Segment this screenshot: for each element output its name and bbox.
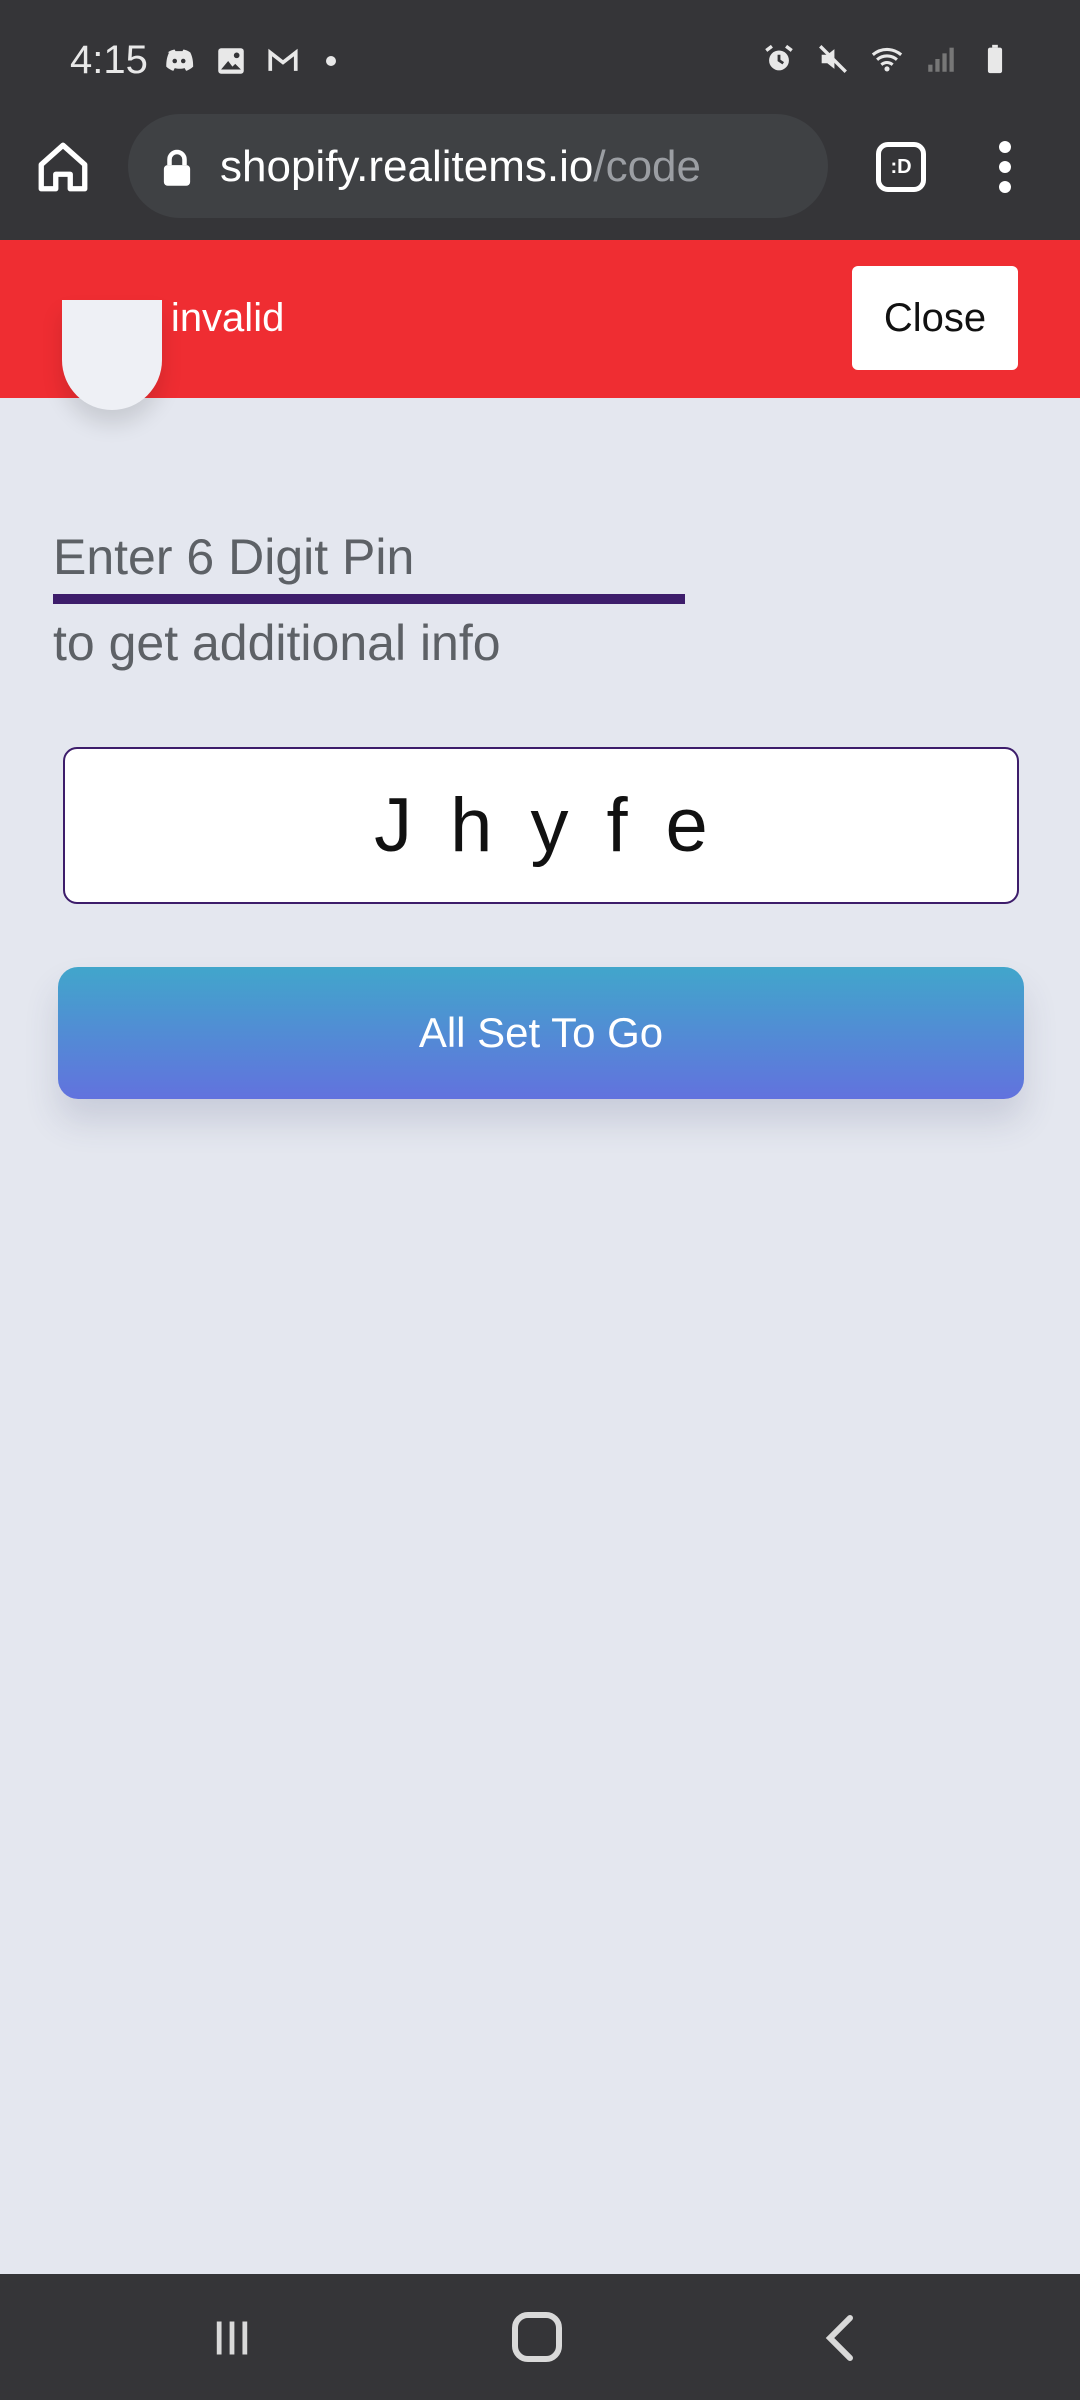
- browser-toolbar: shopify.realitems.io/code :D: [0, 110, 1080, 240]
- error-banner: Pin is invalid Close: [0, 240, 1080, 398]
- url-text: shopify.realitems.io/code: [220, 142, 701, 192]
- system-nav-bar: [0, 2274, 1080, 2400]
- back-icon[interactable]: [820, 2314, 860, 2362]
- page-title: Enter 6 Digit Pin: [53, 529, 415, 585]
- home-icon[interactable]: [34, 138, 92, 196]
- page-subtitle: to get additional info: [53, 615, 501, 671]
- status-bar: 4:15: [0, 0, 1080, 120]
- discord-icon: [166, 49, 194, 71]
- lock-icon: [163, 149, 191, 186]
- title-underline: [53, 594, 685, 604]
- url-host: shopify.realitems.io: [220, 142, 594, 191]
- close-button[interactable]: Close: [852, 266, 1018, 370]
- notification-icons: [162, 44, 336, 78]
- home-nav-icon[interactable]: [512, 2312, 562, 2362]
- pin-input[interactable]: [63, 747, 1019, 904]
- mute-icon: [819, 45, 847, 73]
- url-path: /code: [593, 142, 701, 191]
- battery-icon: [987, 44, 1003, 74]
- submit-button[interactable]: All Set To Go: [58, 967, 1024, 1099]
- avatar: [62, 300, 162, 410]
- signal-icon: [928, 47, 954, 72]
- more-notifications-dot: [326, 56, 336, 66]
- gmail-icon: [268, 48, 298, 71]
- tab-switcher-button[interactable]: :D: [876, 142, 926, 192]
- alarm-icon: [765, 44, 793, 71]
- address-bar[interactable]: shopify.realitems.io/code: [128, 114, 828, 218]
- recent-apps-icon[interactable]: [210, 2316, 254, 2360]
- system-icons: [762, 42, 1012, 76]
- gallery-icon: [218, 48, 244, 74]
- wifi-icon: [871, 47, 903, 72]
- overflow-menu-icon[interactable]: [990, 138, 1020, 198]
- status-time: 4:15: [70, 38, 148, 82]
